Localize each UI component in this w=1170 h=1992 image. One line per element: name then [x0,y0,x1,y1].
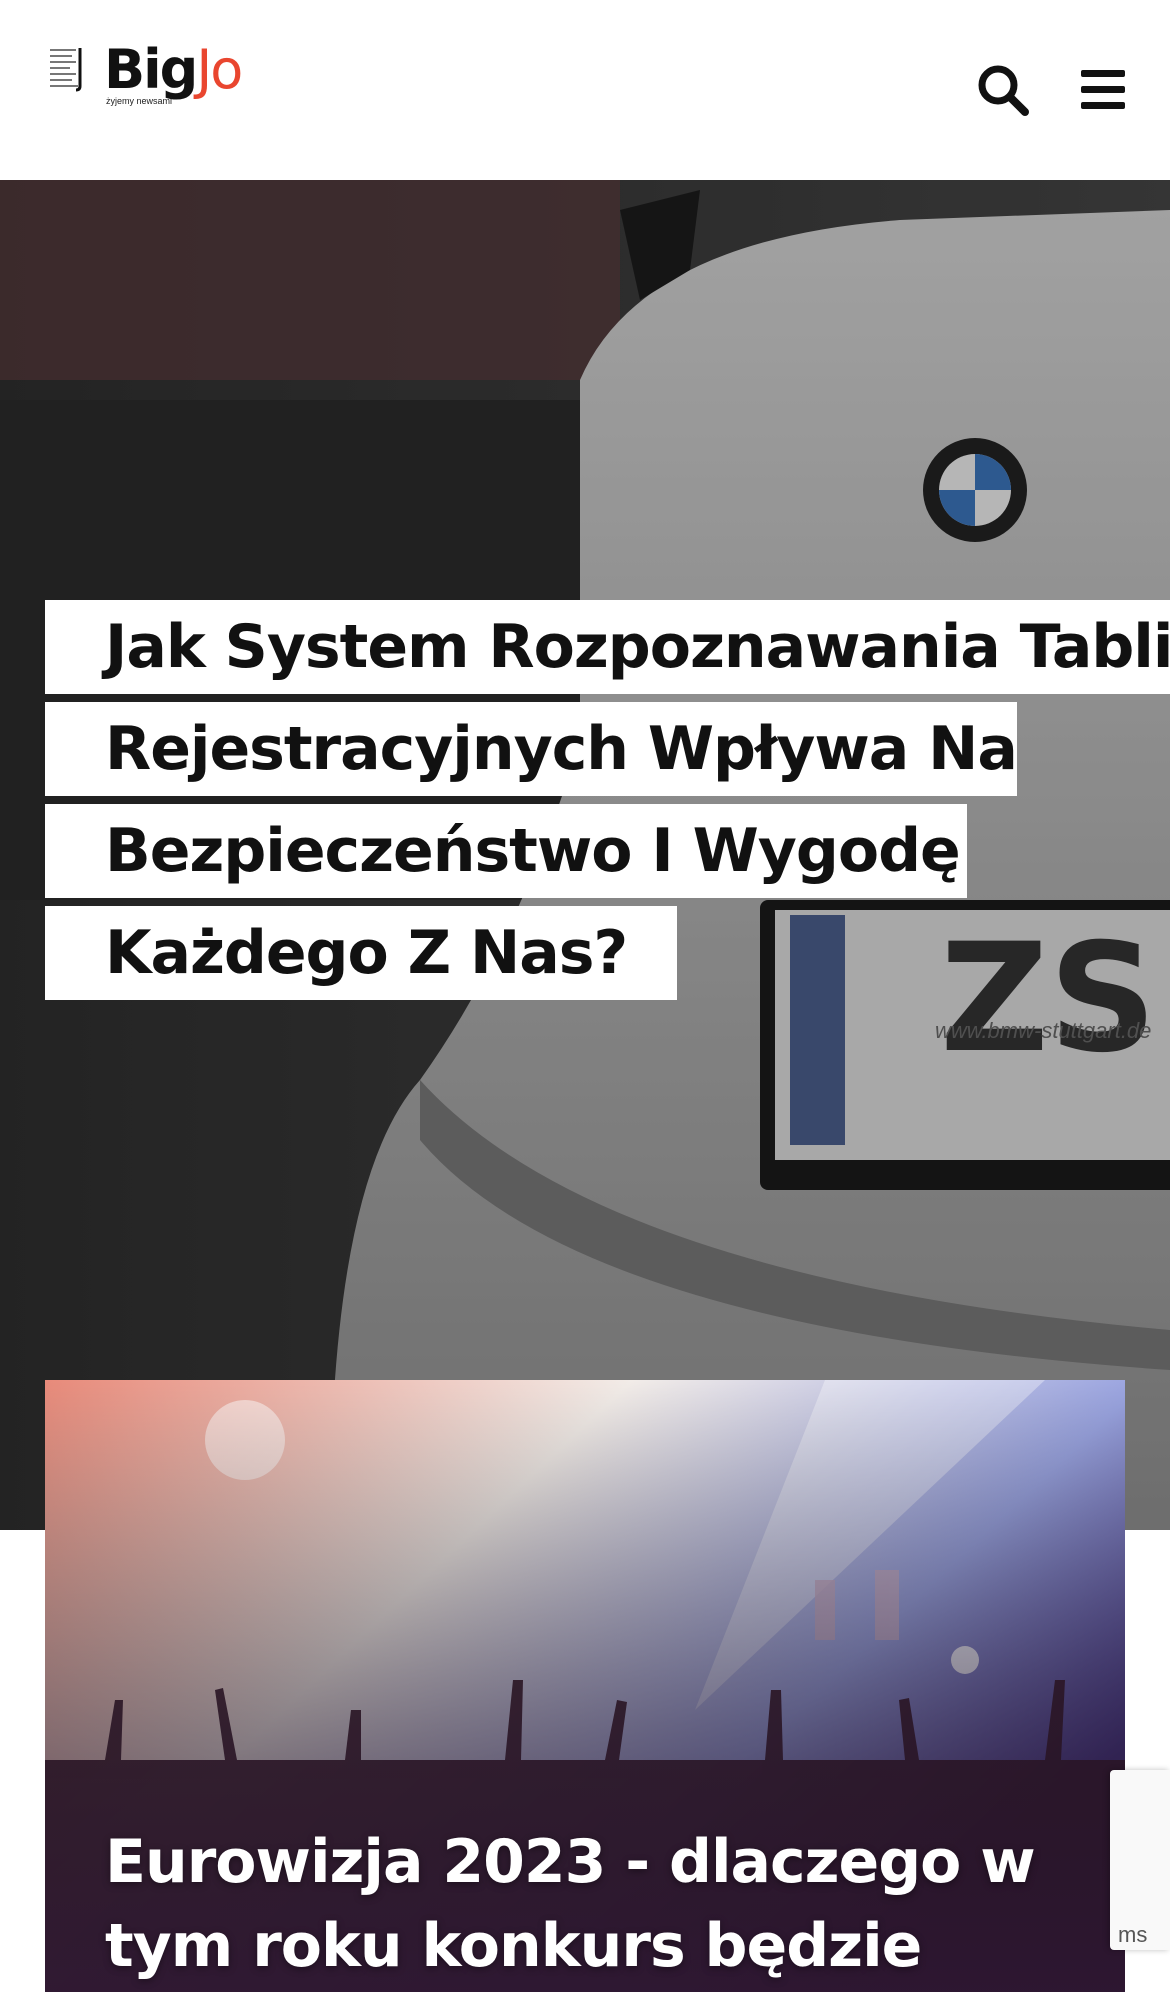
recaptcha-badge[interactable]: ms [1110,1770,1170,1950]
search-button[interactable] [975,62,1031,118]
hero-title-line: Każdego Z Nas? [45,906,677,1000]
hero-title-line: Jak System Rozpoznawania Tablic [45,600,1170,694]
site-logo[interactable]: BigJo żyjemy newsami [48,38,248,110]
hamburger-menu-icon [1081,70,1125,109]
search-icon [978,65,1029,116]
hero-title-line: Rejestracyjnych Wpływa Na [45,702,1018,796]
menu-button[interactable] [1075,62,1131,118]
logo-wordmark: BigJo [104,38,243,101]
logo-lines-icon [50,48,82,92]
hero-title[interactable]: Jak System Rozpoznawania Tablic Rejestra… [45,600,1170,1008]
hero-featured-article[interactable]: ZS www.bmw-stuttgart.de Jak System Rozpo… [0,180,1170,1530]
article-card[interactable]: Eurowizja 2023 - dlaczego w tym roku kon… [45,1380,1125,1992]
site-header: BigJo żyjemy newsami [0,0,1170,180]
hero-title-line: Bezpieczeństwo I Wygodę [45,804,967,898]
article-card-title[interactable]: Eurowizja 2023 - dlaczego w tym roku kon… [105,1820,1065,1988]
recaptcha-terms-text: ms [1118,1922,1148,1947]
logo-tagline: żyjemy newsami [106,96,173,106]
